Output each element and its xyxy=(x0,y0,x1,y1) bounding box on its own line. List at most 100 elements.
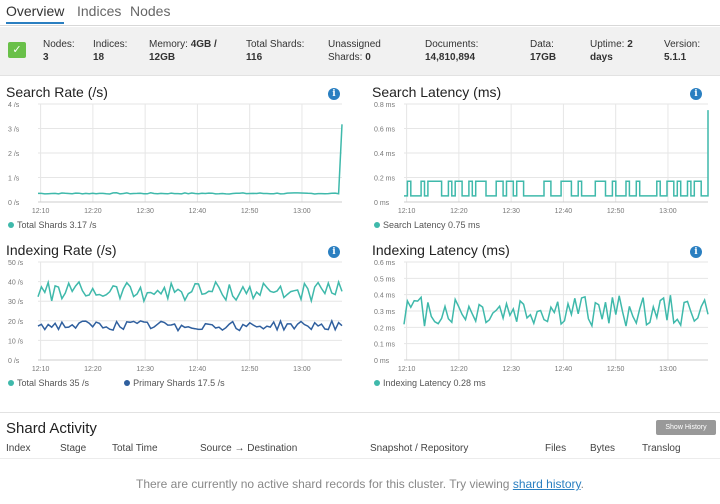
y-tick-label: 4 /s xyxy=(8,102,20,109)
shard-activity-section: Shard Activity Show History Index Stage … xyxy=(0,412,720,504)
y-tick-label: 0.8 ms xyxy=(374,102,396,109)
tab-overview[interactable]: Overview xyxy=(6,3,65,24)
column-header-stage[interactable]: Stage xyxy=(60,443,86,454)
check-icon: ✓ xyxy=(8,42,26,58)
x-tick-label: 12:50 xyxy=(607,208,625,215)
tab-indices[interactable]: Indices xyxy=(77,3,121,22)
empty-message: There are currently no active shard reco… xyxy=(136,477,584,491)
tab-bar: Overview Indices Nodes xyxy=(0,0,720,26)
stat-documents: Documents: 14,810,894 xyxy=(425,39,479,63)
x-tick-label: 12:30 xyxy=(502,208,520,215)
chart-legend: Indexing Latency 0.28 ms xyxy=(374,378,486,388)
column-header-index[interactable]: Index xyxy=(6,443,30,454)
panel-title: Indexing Latency (ms) xyxy=(372,242,510,258)
y-tick-label: 0.6 ms xyxy=(374,127,396,134)
x-tick-label: 12:10 xyxy=(32,208,50,215)
y-tick-label: 0.5 ms xyxy=(374,276,396,283)
y-tick-label: 0.1 ms xyxy=(374,342,396,349)
stat-memory: Memory: 4GB / 12GB xyxy=(149,39,217,63)
y-tick-label: 0 ms xyxy=(374,358,390,365)
cluster-status-bar: ✓ Nodes: 3 Indices: 18 Memory: 4GB / 12GB … xyxy=(0,27,720,76)
column-header-files[interactable]: Files xyxy=(545,443,566,454)
chart-legend: Total Shards 35 /s Primary Shards 17.5 /… xyxy=(8,378,225,388)
x-tick-label: 12:50 xyxy=(241,208,259,215)
x-tick-label: 12:30 xyxy=(502,366,520,373)
x-tick-label: 12:40 xyxy=(189,366,207,373)
column-header-snapshot-repository[interactable]: Snapshot / Repository xyxy=(370,443,468,454)
x-tick-label: 12:10 xyxy=(32,366,50,373)
legend-label: Total Shards 35 /s xyxy=(17,378,90,388)
show-history-button[interactable]: Show History xyxy=(656,420,716,435)
x-tick-label: 12:50 xyxy=(241,366,259,373)
chart-legend: Total Shards 3.17 /s xyxy=(8,220,97,230)
column-header-bytes[interactable]: Bytes xyxy=(590,443,615,454)
legend-swatch xyxy=(124,380,131,386)
stat-unassigned-shards: Unassigned Shards: 0 xyxy=(328,39,381,63)
x-tick-label: 12:50 xyxy=(607,366,625,373)
stat-nodes: Nodes: 3 xyxy=(43,39,75,63)
stat-data: Data: 17GB xyxy=(530,39,557,63)
info-icon[interactable]: i xyxy=(690,246,702,258)
x-tick-label: 12:20 xyxy=(450,366,468,373)
y-tick-label: 0 ms xyxy=(374,200,390,207)
stat-indices: Indices: 18 xyxy=(93,39,128,63)
panel-title: Search Latency (ms) xyxy=(372,84,502,100)
indexing-latency-chart: 0 ms 0.1 ms 0.2 ms 0.3 ms 0.4 ms 0.5 ms 0.6 ms… xyxy=(374,260,709,373)
legend-label: Search Latency 0.75 ms xyxy=(383,220,481,230)
x-tick-label: 12:20 xyxy=(84,366,102,373)
indexing-rate-panel: Indexing Rate (/s) i 0 /s 10 /s 20 /s 30 /s… xyxy=(6,242,346,392)
legend-swatch xyxy=(374,222,380,228)
info-icon[interactable]: i xyxy=(328,88,340,100)
stat-version: Version: 5.1.1 xyxy=(664,39,701,63)
x-tick-label: 12:10 xyxy=(398,366,416,373)
y-tick-label: 0.3 ms xyxy=(374,309,396,316)
search-latency-chart: 0 ms 0.2 ms 0.4 ms 0.6 ms 0.8 ms 12:10 12:20 12… xyxy=(374,102,709,215)
y-tick-label: 2 /s xyxy=(8,151,20,158)
y-tick-label: 10 /s xyxy=(8,338,24,345)
y-tick-label: 40 /s xyxy=(8,280,24,287)
y-tick-label: 0.4 ms xyxy=(374,293,396,300)
y-tick-label: 20 /s xyxy=(8,319,24,326)
search-rate-panel: Search Rate (/s) i 0 /s 1 /s 2 /s 3 /s 4 /s 1… xyxy=(6,84,346,234)
legend-label: Primary Shards 17.5 /s xyxy=(133,378,225,388)
x-tick-label: 12:40 xyxy=(555,366,573,373)
tab-nodes[interactable]: Nodes xyxy=(130,3,170,22)
y-tick-label: 0.6 ms xyxy=(374,260,396,267)
y-tick-label: 0.2 ms xyxy=(374,176,396,183)
divider xyxy=(0,458,720,459)
stat-total-shards: Total Shards: 116 xyxy=(246,39,305,63)
series-line xyxy=(37,318,343,333)
x-tick-label: 13:00 xyxy=(293,208,311,215)
y-tick-label: 50 /s xyxy=(8,260,24,267)
column-header-source-destination[interactable]: Source → Destination xyxy=(200,443,297,454)
x-tick-label: 13:00 xyxy=(659,366,677,373)
legend-swatch xyxy=(374,380,380,386)
column-header-translog[interactable]: Translog xyxy=(642,443,681,454)
x-tick-label: 13:00 xyxy=(659,208,677,215)
legend-label: Indexing Latency 0.28 ms xyxy=(383,378,486,388)
panel-title: Indexing Rate (/s) xyxy=(6,242,117,258)
chart-legend: Search Latency 0.75 ms xyxy=(374,220,480,230)
column-header-total-time[interactable]: Total Time xyxy=(112,443,158,454)
x-tick-label: 12:40 xyxy=(555,208,573,215)
x-tick-label: 12:20 xyxy=(84,208,102,215)
y-tick-label: 0.2 ms xyxy=(374,325,396,332)
x-tick-label: 13:00 xyxy=(293,366,311,373)
x-tick-label: 12:20 xyxy=(450,208,468,215)
y-tick-label: 3 /s xyxy=(8,127,20,134)
shard-history-link[interactable]: shard history xyxy=(513,477,581,491)
indexing-rate-chart: 0 /s 10 /s 20 /s 30 /s 40 /s 50 /s 12:10 12:20 1… xyxy=(8,260,343,373)
info-icon[interactable]: i xyxy=(690,88,702,100)
x-tick-label: 12:30 xyxy=(136,366,154,373)
legend-swatch xyxy=(8,380,14,386)
indexing-latency-panel: Indexing Latency (ms) i 0 ms 0.1 ms 0.2 ms… xyxy=(372,242,712,392)
series-line xyxy=(38,124,343,195)
info-icon[interactable]: i xyxy=(328,246,340,258)
shard-activity-title: Shard Activity xyxy=(6,420,97,437)
legend-swatch xyxy=(8,222,14,228)
stat-uptime: Uptime: 2 days xyxy=(590,39,633,63)
y-tick-label: 1 /s xyxy=(8,176,20,183)
legend-label: Total Shards 3.17 /s xyxy=(17,220,97,230)
y-tick-label: 0.4 ms xyxy=(374,151,396,158)
search-latency-panel: Search Latency (ms) i 0 ms 0.2 ms 0.4 ms 0.… xyxy=(372,84,712,234)
